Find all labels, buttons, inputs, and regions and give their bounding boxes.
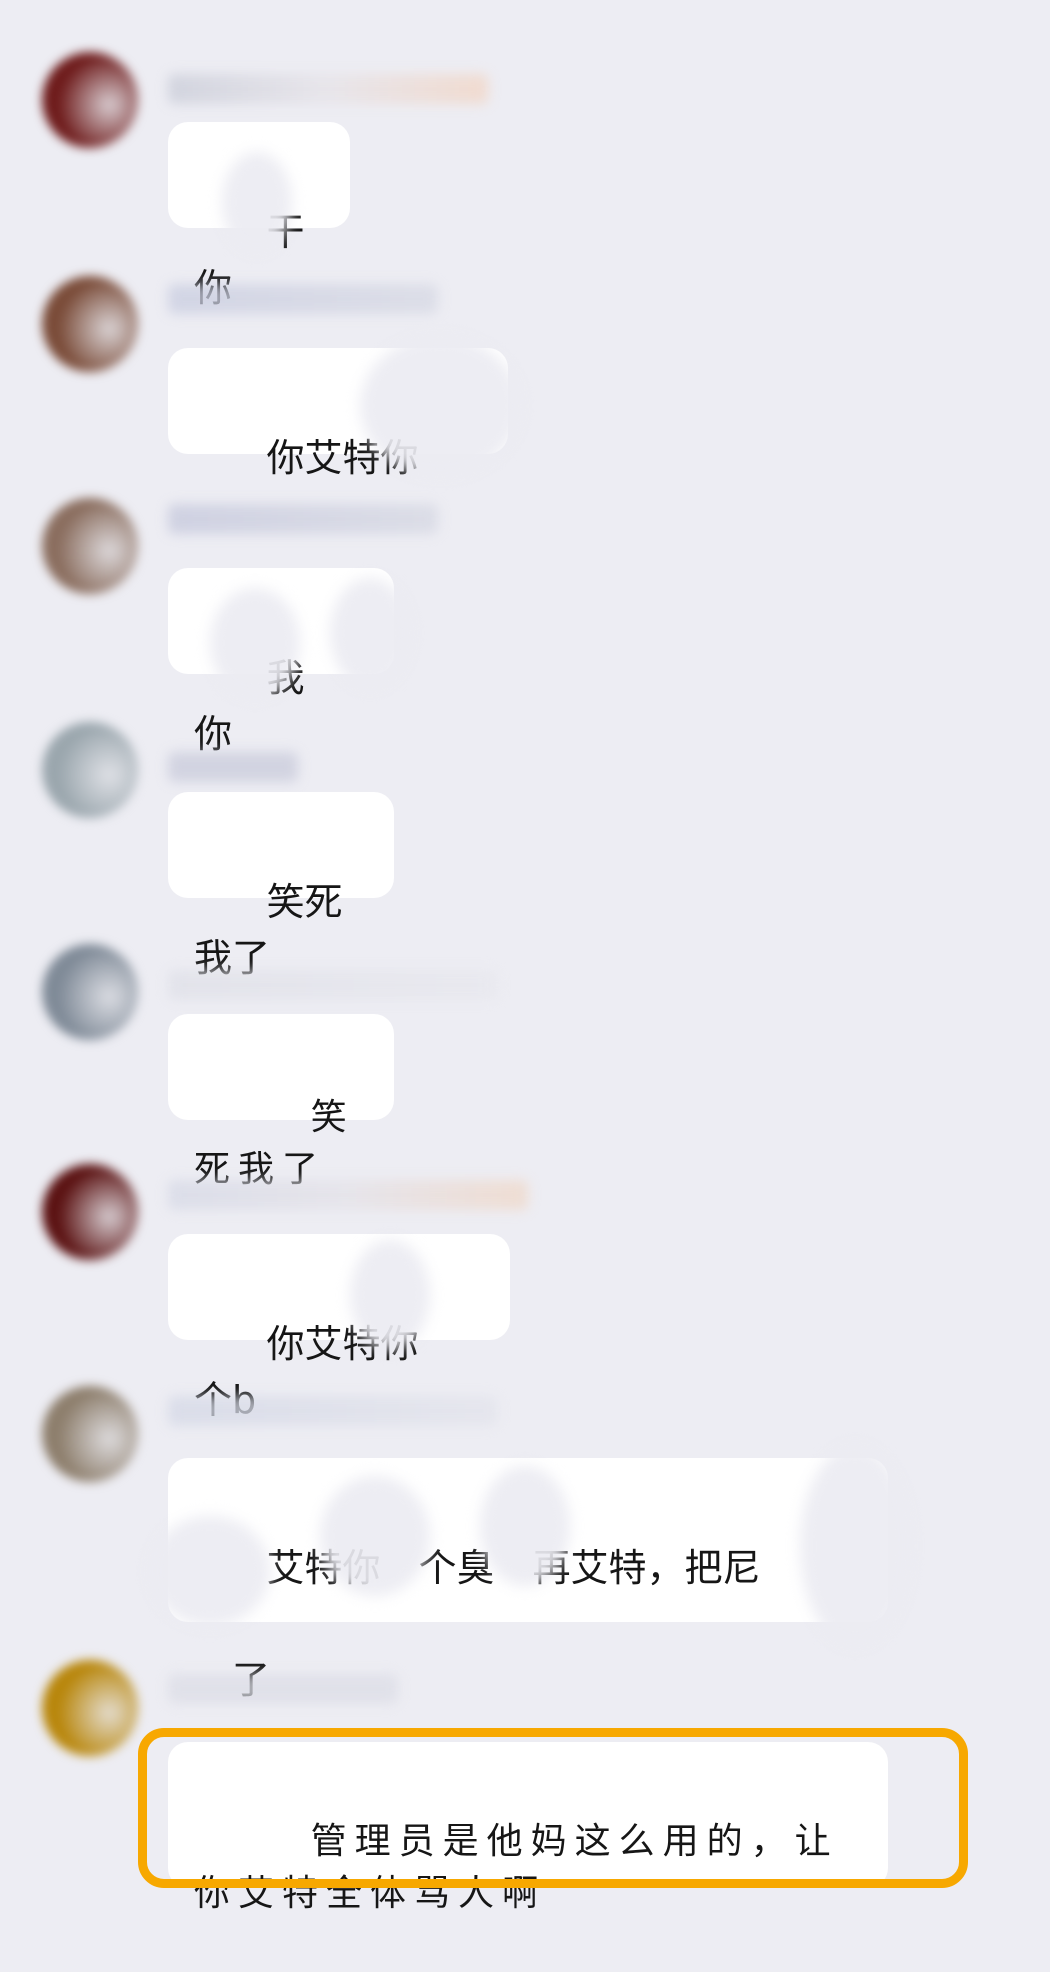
sender-name-blurred xyxy=(168,1674,398,1704)
message-text-mid2: 再艾特，把尼 xyxy=(532,1546,761,1590)
sender-name-blurred xyxy=(168,752,298,782)
redaction-smudge xyxy=(800,1446,910,1646)
message-text: 笑死我了 xyxy=(194,1097,355,1190)
redaction-smudge xyxy=(210,588,300,698)
message-text: 笑死我了 xyxy=(194,880,343,980)
sender-name-blurred xyxy=(168,1180,528,1210)
redaction-smudge xyxy=(360,336,520,476)
redaction-smudge xyxy=(480,1466,570,1586)
sender-name-blurred xyxy=(168,504,438,534)
sender-name-blurred xyxy=(168,970,498,1000)
message-text-mid: 个臭 xyxy=(418,1546,495,1590)
redaction-smudge xyxy=(320,1476,430,1596)
avatar[interactable] xyxy=(42,498,138,594)
chat-message-list: 干 你 你艾特你 我 你 笑死我了 笑死我了 xyxy=(0,0,1050,1920)
avatar[interactable] xyxy=(42,944,138,1040)
message-bubble[interactable]: 笑死我了 xyxy=(168,792,394,980)
redaction-smudge xyxy=(222,152,292,252)
message-bubble[interactable]: 你艾特你 个b xyxy=(168,1234,510,1422)
redaction-smudge xyxy=(150,1516,270,1626)
message-text-after: 你 xyxy=(194,712,233,756)
redaction-smudge xyxy=(330,578,410,688)
avatar[interactable] xyxy=(42,52,138,148)
sender-name-blurred xyxy=(168,1396,498,1426)
avatar[interactable] xyxy=(42,1660,138,1756)
message-bubble[interactable]: 笑死我了 xyxy=(168,1014,394,1190)
avatar[interactable] xyxy=(42,1386,138,1482)
avatar[interactable] xyxy=(42,276,138,372)
highlight-box xyxy=(138,1728,968,1888)
avatar[interactable] xyxy=(42,722,138,818)
avatar[interactable] xyxy=(42,1164,138,1260)
sender-name-blurred xyxy=(168,284,438,314)
sender-name-blurred xyxy=(168,74,488,104)
redaction-smudge xyxy=(350,1240,430,1350)
